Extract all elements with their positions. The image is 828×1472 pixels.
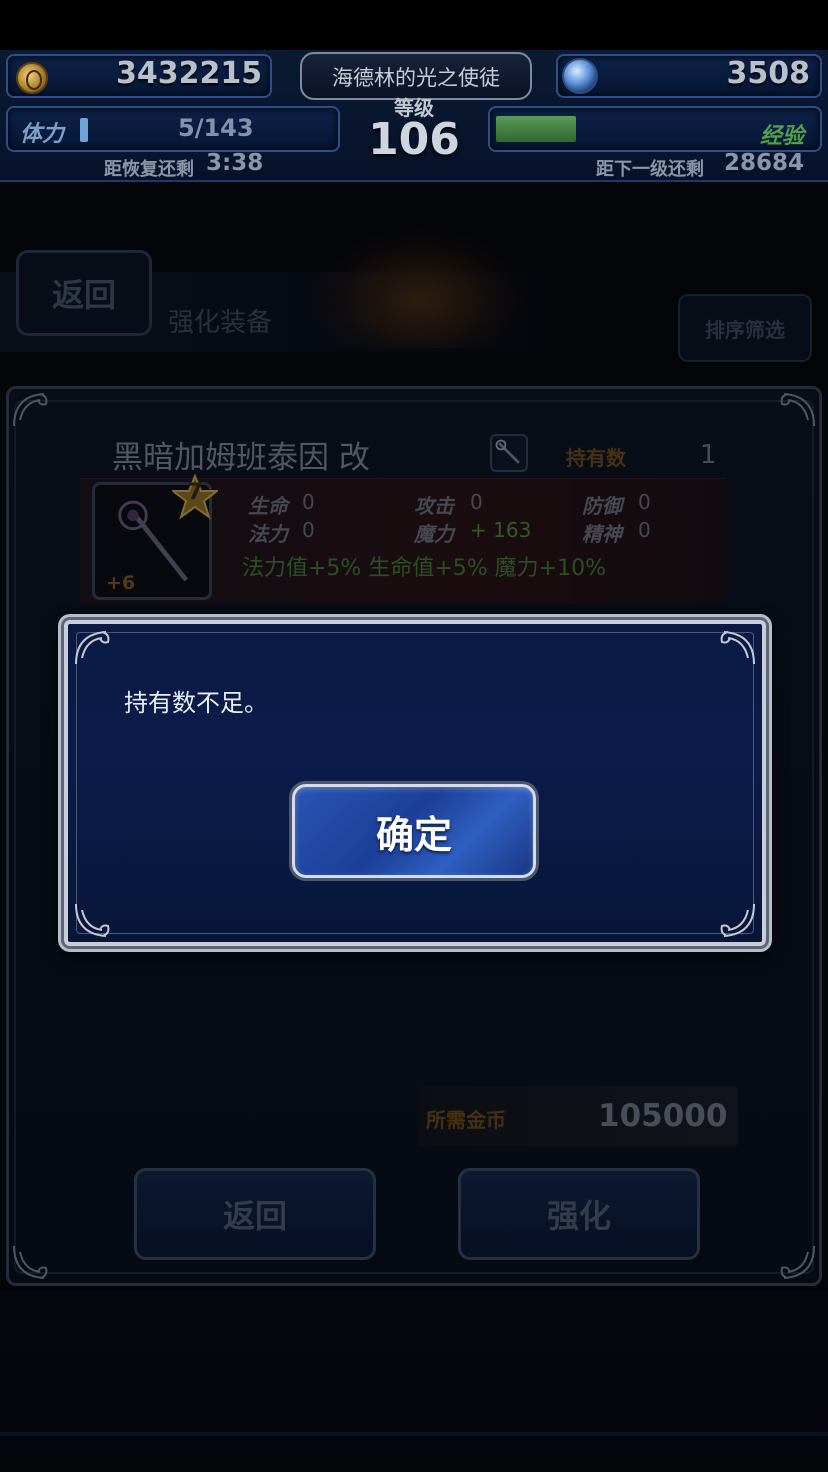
exp-bar-fill [496, 116, 576, 142]
stamina-bar-fill [80, 118, 88, 142]
status-bar [0, 0, 828, 50]
lapis-gem-icon [562, 58, 598, 94]
exp-label: 经验 [760, 124, 805, 149]
dialog-corner-ornament-icon [702, 628, 758, 668]
next-level-label: 距下一级还剩 [596, 159, 704, 180]
gil-coin-icon [16, 62, 48, 94]
recover-time: 3:38 [206, 150, 264, 176]
player-title: 海德林的光之使徒 [332, 66, 500, 90]
confirm-button[interactable]: 确定 [292, 784, 536, 878]
gem-amount: 3508 [726, 56, 811, 91]
stamina-value: 5/143 [178, 114, 254, 142]
dialog-corner-ornament-icon [72, 900, 128, 940]
next-level-exp: 28684 [724, 150, 805, 176]
recover-label: 距恢复还剩 [104, 159, 194, 180]
stamina-label: 体力 [20, 122, 65, 147]
level-value: 106 [368, 114, 460, 165]
dialog-message: 持有数不足。 [124, 689, 268, 717]
dialog-corner-ornament-icon [702, 900, 758, 940]
dialog-corner-ornament-icon [72, 628, 128, 668]
coin-amount: 3432215 [116, 56, 263, 91]
alert-dialog-inner [76, 632, 754, 934]
